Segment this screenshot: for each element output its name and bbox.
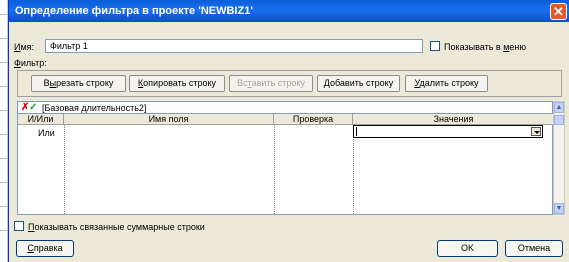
column-divider [353,125,354,214]
close-button[interactable]: ✕ [550,3,567,20]
delete-row-button[interactable]: Удалить строку [405,75,488,92]
row-toolbar: Вырезать строку Копировать строку Встави… [17,70,562,97]
copy-row-button[interactable]: Копировать строку [129,75,225,92]
text-caret [356,127,357,136]
column-header-values[interactable]: Значения [353,114,554,125]
value-cell-editor[interactable] [353,125,543,138]
add-row-button[interactable]: Добавить строку [317,75,400,92]
show-summary-rows-label: Показывать связанные суммарные строки [28,222,205,232]
column-divider [64,125,65,214]
cancel-button[interactable]: Отмена [505,240,563,257]
cut-row-button[interactable]: Вырезать строку [31,75,126,92]
entry-bar: ✗ ✓ [Базовая длительность2] [17,101,553,114]
chevron-down-icon[interactable] [531,127,541,136]
paste-row-button[interactable]: Вставить строку [229,75,313,92]
filter-definition-dialog: Определение фильтра в проекте 'NEWBIZ1' … [8,0,569,262]
column-divider [274,125,275,214]
help-button[interactable]: Справка [16,240,74,257]
column-header-and-or[interactable]: И/Или [18,114,64,125]
show-summary-rows-checkbox[interactable] [14,221,24,231]
title-bar: Определение фильтра в проекте 'NEWBIZ1' … [9,0,569,22]
scroll-down-icon[interactable]: ▼ [554,203,564,214]
show-in-menu-label: Показывать в меню [444,42,527,52]
entry-text[interactable]: [Базовая длительность2] [42,102,146,114]
grid-vertical-scrollbar[interactable]: ▲ ▼ [553,101,565,215]
show-in-menu-checkbox[interactable] [430,41,440,51]
accept-entry-icon[interactable]: ✓ [29,102,37,114]
scroll-thumb[interactable] [554,115,564,125]
ok-button[interactable]: OK [437,240,498,257]
and-or-cell[interactable]: Или [38,128,55,138]
scroll-up-icon[interactable]: ▲ [554,102,564,113]
column-header-test[interactable]: Проверка [274,114,353,125]
background-window-strip [0,0,8,262]
name-label: Имя: [14,42,35,52]
column-header-field-name[interactable]: Имя поля [64,114,274,125]
filter-section-label: Фильтр: [14,58,47,68]
filter-name-input[interactable]: Фильтр 1 [45,39,423,53]
dialog-title: Определение фильтра в проекте 'NEWBIZ1' [15,5,253,17]
filter-criteria-grid: И/Или Имя поля Проверка Значения Или [17,114,554,215]
